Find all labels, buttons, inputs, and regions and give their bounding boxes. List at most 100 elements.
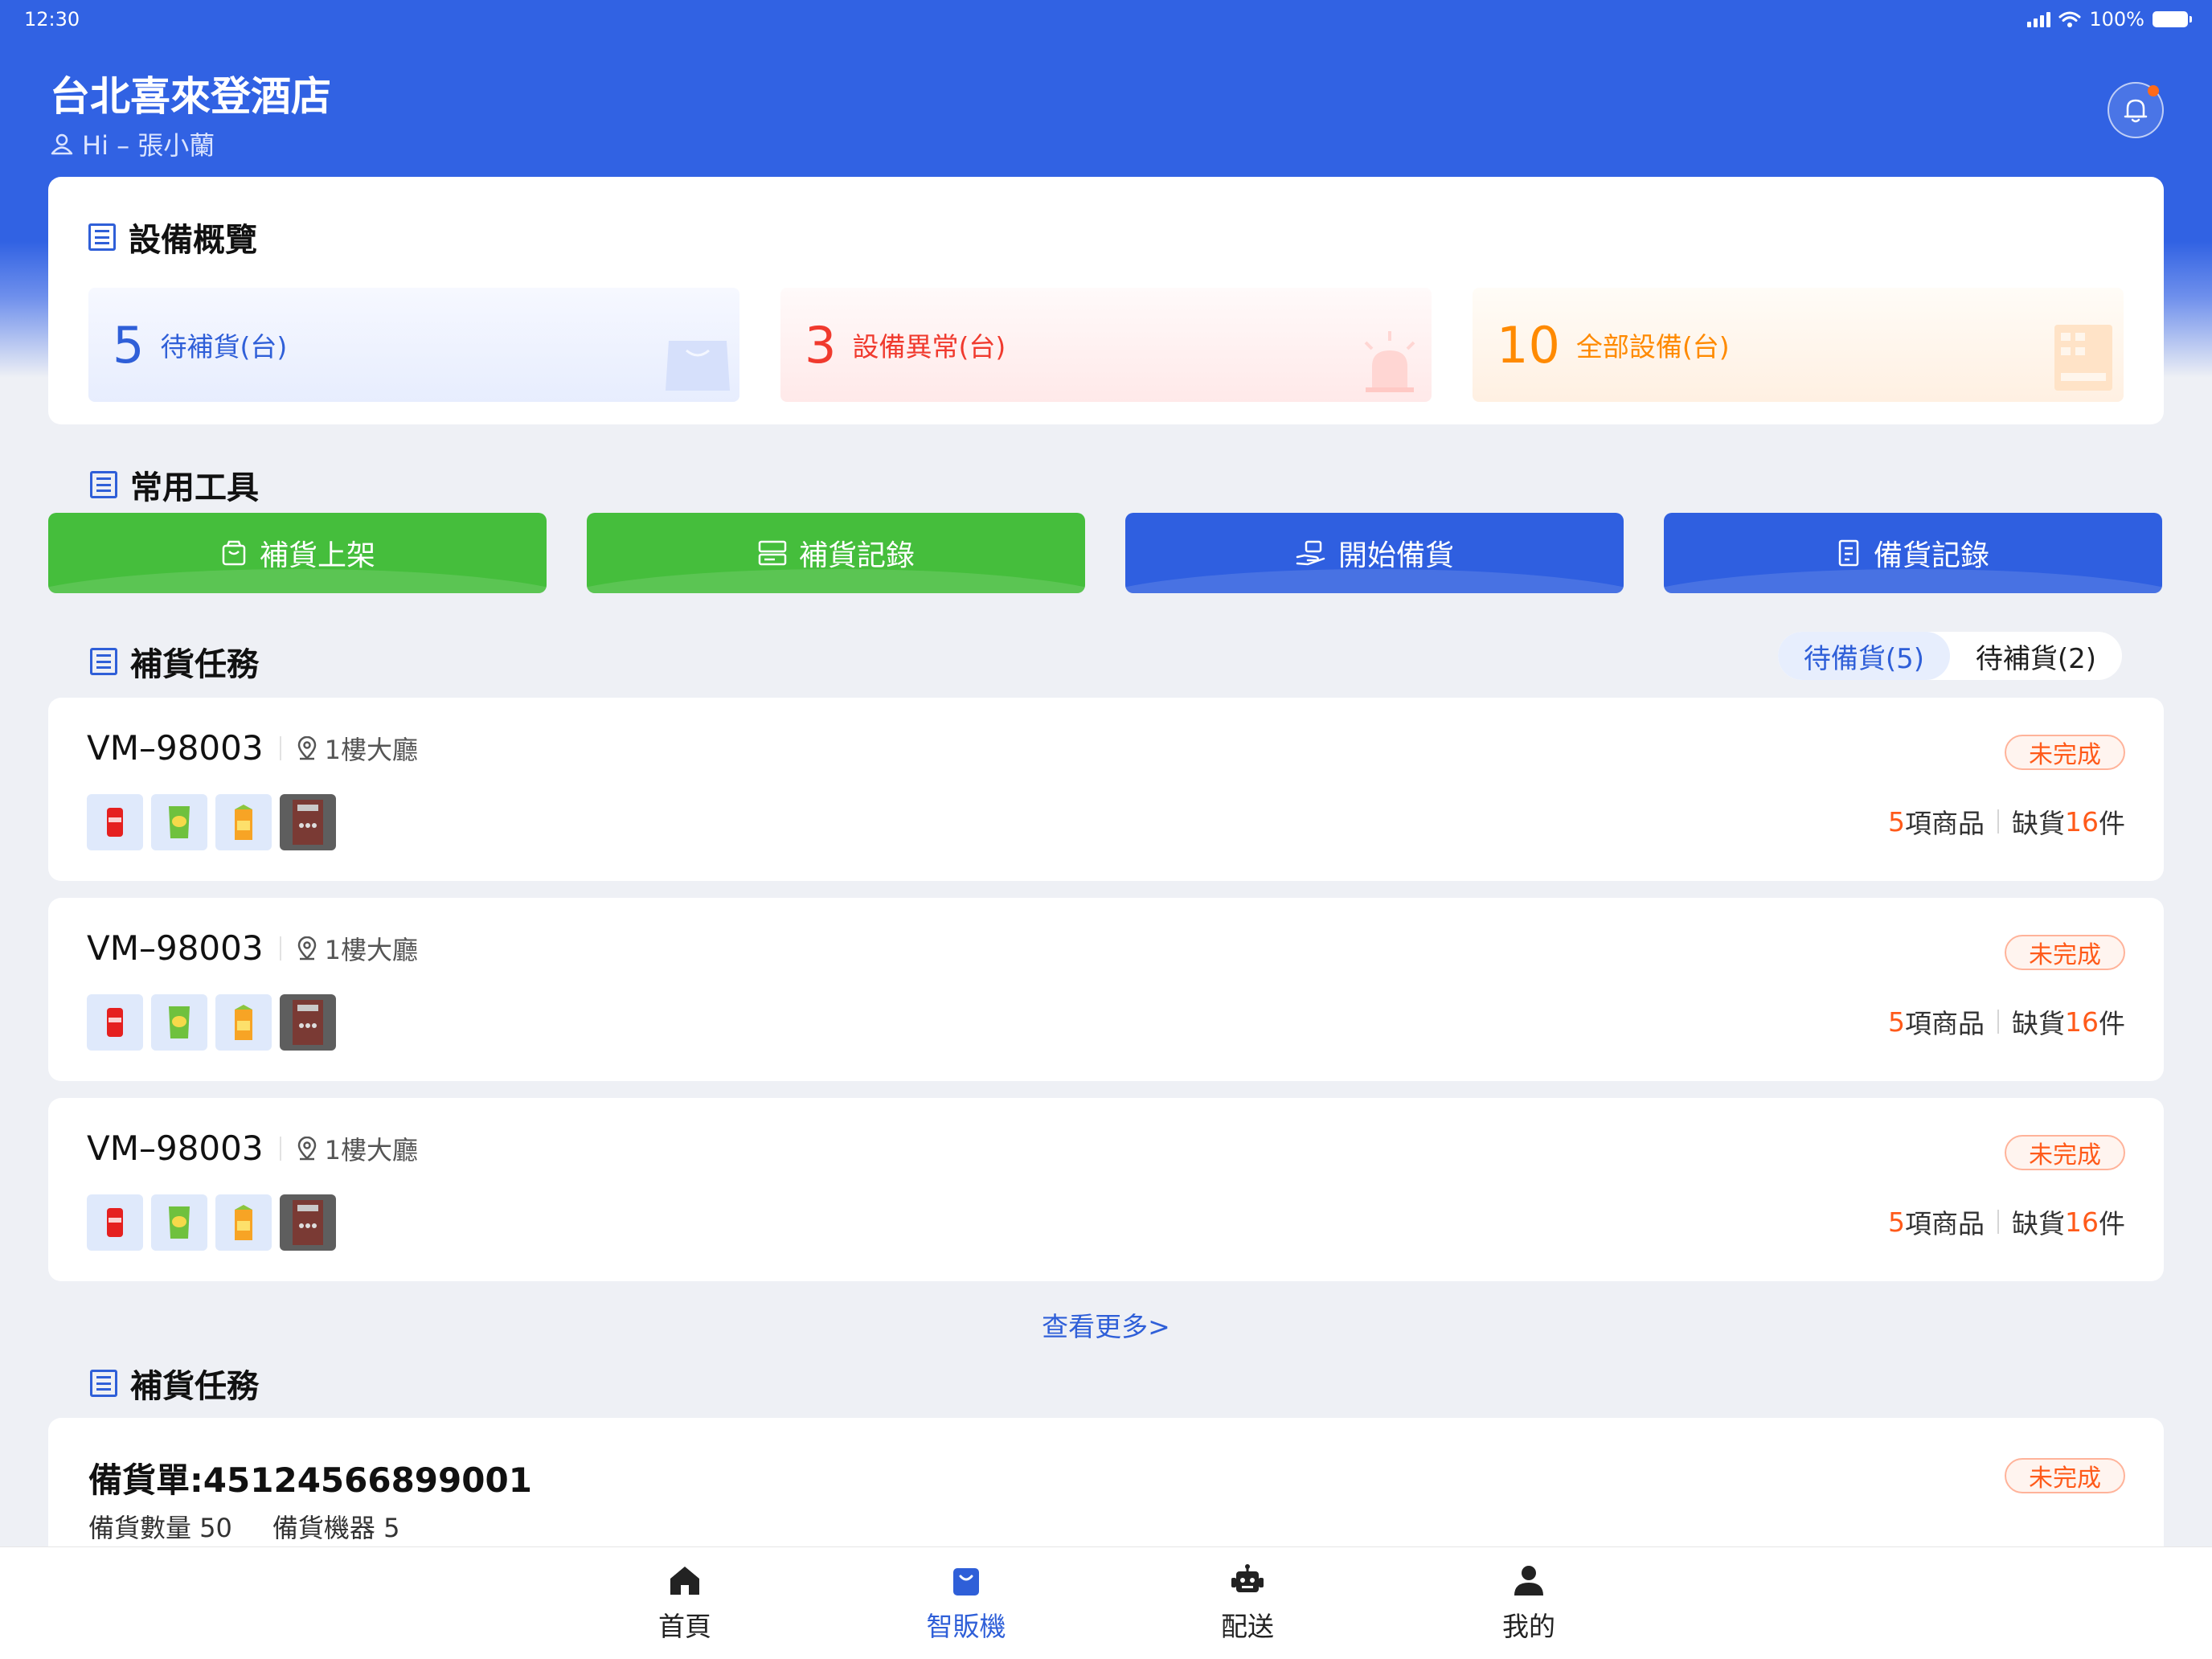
task-machine: VM–98003 1樓大廳 [87, 1129, 418, 1168]
restock-tasks-title: 補貨任務 [90, 638, 259, 685]
juice-box-icon [235, 805, 252, 840]
start-prep-button[interactable]: 開始備貨 [1125, 513, 1624, 593]
stat-label: 待補貨(台) [160, 331, 288, 363]
divider [1997, 809, 1999, 834]
chips-bag-icon [169, 1206, 190, 1239]
prep-quantity: 備貨數量 50 [88, 1513, 232, 1543]
status-indicators: 100% [2027, 8, 2192, 31]
items-count: 5 [1888, 1006, 1905, 1038]
order-meta: 備貨數量 50 備貨機器 5 [88, 1508, 399, 1545]
juice-box-icon [235, 1005, 252, 1040]
prep-machines: 備貨機器 5 [272, 1513, 400, 1543]
task-filter-tabs: 待備貨(5) 待補貨(2) [1778, 632, 2122, 680]
product-thumb [280, 1194, 336, 1251]
shortage-count: 16 [2065, 1006, 2099, 1038]
stat-value: 3 [805, 315, 837, 375]
stat-all-devices[interactable]: 10 全部設備(台) [1473, 288, 2124, 402]
machine-id: VM–98003 [87, 928, 264, 968]
jerky-pack-icon [293, 1000, 323, 1045]
overview-title: 設備概覽 [88, 214, 257, 260]
tools-title: 常用工具 [90, 461, 259, 508]
user-greeting: Hi – 張小蘭 [50, 125, 215, 162]
view-more-link[interactable]: 查看更多> [0, 1305, 2212, 1344]
product-thumbnails [87, 1194, 336, 1251]
tab-vending[interactable]: 智販機 [886, 1563, 1047, 1644]
tab-pending-restock[interactable]: 待補貨(2) [1950, 632, 2122, 680]
tab-delivery[interactable]: 配送 [1167, 1563, 1328, 1644]
task-card[interactable]: VM–98003 1樓大廳 未完成 5 項商品 缺貨 16 件 [48, 698, 2164, 881]
restock-records-button[interactable]: 補貨記錄 [587, 513, 1085, 593]
product-thumb [215, 1194, 272, 1251]
bottom-tab-bar: 首頁 智販機 配送 我的 [0, 1546, 2212, 1659]
profile-icon [1514, 1566, 1543, 1596]
product-thumb [87, 1194, 143, 1251]
shortage-count: 16 [2065, 1206, 2099, 1238]
section-icon [90, 648, 117, 675]
notification-button[interactable] [2108, 82, 2164, 138]
machine-id: VM–98003 [87, 728, 264, 768]
restock-shelf-button[interactable]: 補貨上架 [48, 513, 547, 593]
battery-icon [2153, 11, 2192, 27]
task-machine: VM–98003 1樓大廳 [87, 928, 418, 968]
task-location: 1樓大廳 [279, 935, 418, 965]
prep-records-button[interactable]: 備貨記錄 [1664, 513, 2162, 593]
hotel-name: 台北喜來登酒店 [50, 73, 331, 120]
product-thumb [87, 794, 143, 850]
notification-dot [2148, 85, 2159, 96]
section-icon [88, 223, 116, 251]
status-time: 12:30 [24, 8, 80, 31]
product-thumb [151, 1194, 207, 1251]
product-thumb [215, 994, 272, 1051]
greeting-text: Hi – 張小蘭 [82, 130, 215, 161]
status-badge: 未完成 [2005, 1458, 2125, 1493]
tab-profile[interactable]: 我的 [1448, 1563, 1609, 1644]
battery-percent: 100% [2089, 8, 2144, 31]
location-pin-icon [297, 1136, 316, 1160]
tab-pending-prep[interactable]: 待備貨(5) [1778, 632, 1950, 680]
product-thumbnails [87, 994, 336, 1051]
records-icon [758, 540, 787, 566]
task-summary: 5 項商品 缺貨 16 件 [1888, 805, 2125, 840]
stat-label: 設備異常(台) [852, 331, 1006, 363]
product-thumb [280, 994, 336, 1051]
task-location: 1樓大廳 [279, 1135, 418, 1165]
product-thumb [151, 794, 207, 850]
product-thumb [280, 794, 336, 850]
hand-box-icon [1296, 540, 1325, 566]
user-icon [51, 133, 73, 155]
task-card[interactable]: VM–98003 1樓大廳 未完成 5 項商品 缺貨 16 件 [48, 1098, 2164, 1281]
divider [1997, 1210, 1999, 1234]
prep-tasks-title: 補貨任務 [90, 1360, 259, 1407]
shortage-count: 16 [2065, 805, 2099, 838]
jerky-pack-icon [293, 1200, 323, 1245]
wifi-icon [2058, 11, 2081, 27]
soda-can-icon [107, 1208, 123, 1237]
location-pin-icon [297, 936, 316, 960]
location-pin-icon [297, 735, 316, 760]
status-badge: 未完成 [2005, 735, 2125, 770]
cellular-signal-icon [2027, 11, 2051, 27]
home-icon [670, 1567, 699, 1595]
product-thumbnails [87, 794, 336, 850]
task-card[interactable]: VM–98003 1樓大廳 未完成 5 項商品 缺貨 16 件 [48, 898, 2164, 1081]
shopping-bag-icon [666, 341, 730, 391]
section-icon [90, 471, 117, 498]
stat-pending-restock[interactable]: 5 待補貨(台) [88, 288, 739, 402]
task-summary: 5 項商品 缺貨 16 件 [1888, 1206, 2125, 1240]
product-thumb [151, 994, 207, 1051]
stat-value: 5 [113, 315, 145, 375]
vending-cabinet-icon [2054, 325, 2112, 391]
soda-can-icon [107, 808, 123, 837]
tab-home[interactable]: 首頁 [604, 1563, 765, 1644]
stat-device-abnormal[interactable]: 3 設備異常(台) [780, 288, 1432, 402]
vending-machine-icon [953, 1568, 979, 1596]
soda-can-icon [107, 1008, 123, 1037]
product-thumb [87, 994, 143, 1051]
stat-value: 10 [1497, 315, 1560, 375]
divider [1997, 1010, 1999, 1034]
bell-icon [2124, 99, 2148, 123]
section-icon [90, 1370, 117, 1397]
bag-icon [222, 540, 246, 566]
order-number: 備貨單:45124566899001 [88, 1460, 532, 1500]
jerky-pack-icon [293, 800, 323, 845]
